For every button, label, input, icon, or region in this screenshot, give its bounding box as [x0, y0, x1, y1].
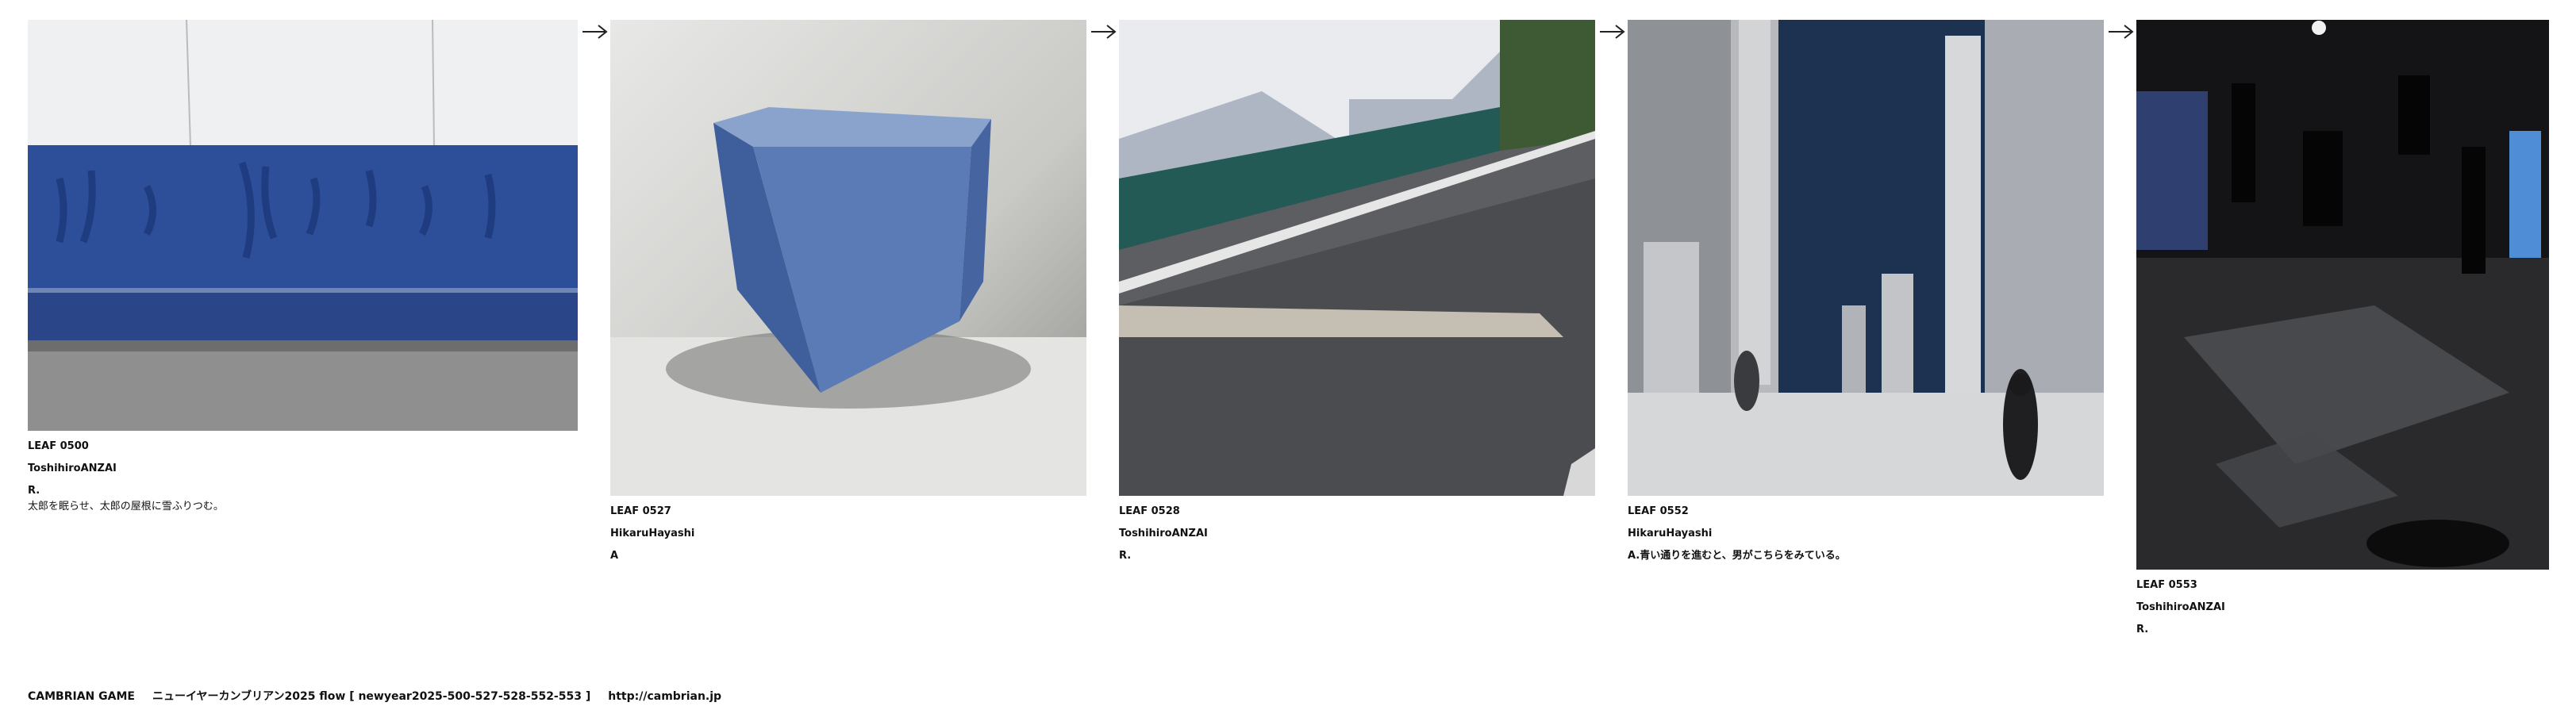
leaf-photo-0528[interactable]	[1119, 20, 1595, 496]
leaf-number: LEAF 0500	[28, 440, 89, 452]
leaf-number: LEAF 0527	[610, 505, 671, 517]
leaf-number: LEAF 0528	[1119, 505, 1180, 517]
right-arrow-icon	[2109, 24, 2134, 40]
leaf-author[interactable]: ToshihiroANZAI	[1119, 528, 1208, 540]
right-arrow-icon	[1600, 24, 1625, 40]
leaf-text: R.	[28, 485, 40, 497]
right-arrow-icon	[582, 24, 608, 40]
leaf-photo-0552[interactable]	[1628, 20, 2104, 496]
flow-description: ニューイヤーカンブリアン2025 flow [ newyear2025-500-…	[152, 690, 591, 703]
leaf-text: A	[610, 550, 619, 562]
right-arrow-icon	[1091, 24, 1117, 40]
leaf-text: R.	[2136, 624, 2149, 635]
footer: CAMBRIAN GAME ニューイヤーカンブリアン2025 flow [ new…	[28, 688, 721, 704]
leaf-photo-0527[interactable]	[610, 20, 1086, 496]
leaf-number: LEAF 0552	[1628, 505, 1689, 517]
leaf-text: A.青い通りを進むと、男がこちらをみている。	[1628, 550, 1846, 562]
leaf-number: LEAF 0553	[2136, 579, 2197, 591]
leaf-author[interactable]: ToshihiroANZAI	[2136, 601, 2225, 614]
site-name[interactable]: CAMBRIAN GAME	[28, 690, 135, 703]
leaf-photo-0500[interactable]	[28, 20, 578, 431]
leaf-author[interactable]: HikaruHayashi	[1628, 528, 1712, 540]
leaf-note: 太郎を眠らせ、太郎の屋根に雪ふりつむ。	[28, 501, 224, 512]
site-link[interactable]: http://cambrian.jp	[608, 690, 721, 703]
leaf-text: R.	[1119, 550, 1132, 562]
leaf-author[interactable]: ToshihiroANZAI	[28, 463, 117, 475]
leaf-photo-0553[interactable]	[2136, 20, 2549, 570]
leaf-author[interactable]: HikaruHayashi	[610, 528, 694, 540]
